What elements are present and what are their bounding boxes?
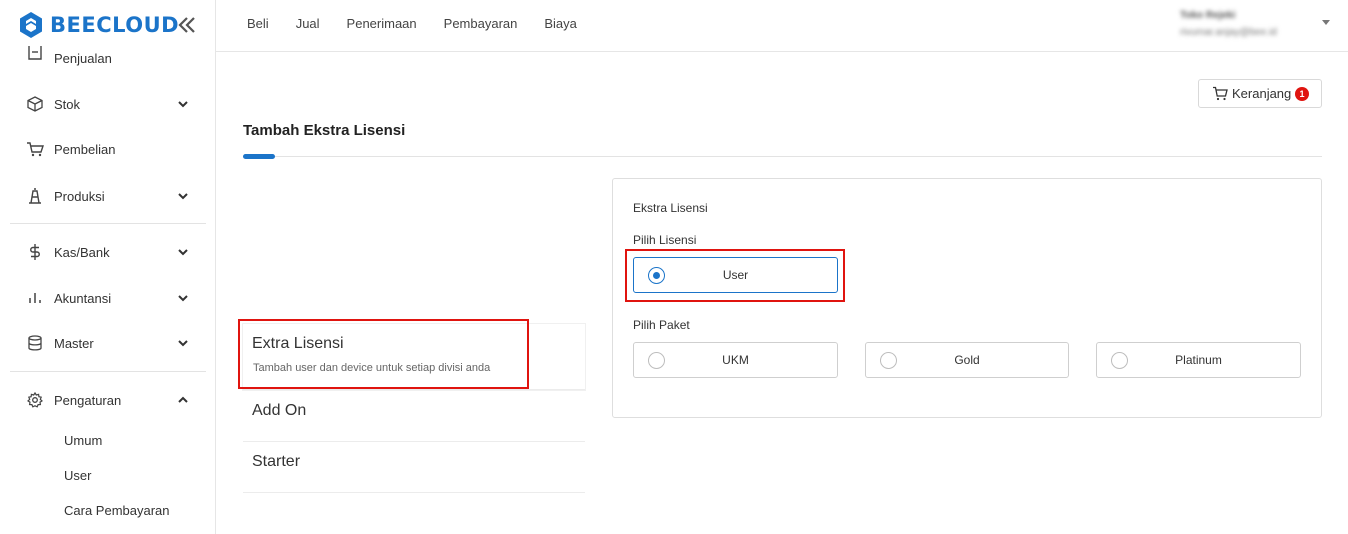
database-icon: [26, 334, 44, 352]
package-option-ukm[interactable]: UKM: [633, 342, 838, 378]
sidebar-item-pengaturan[interactable]: Pengaturan: [0, 380, 206, 420]
sidebar-subitem-umum[interactable]: Umum: [64, 433, 102, 448]
chevron-down-icon: [178, 295, 188, 302]
sidebar-item-produksi[interactable]: Produksi: [0, 176, 206, 216]
chevron-down-icon: [178, 249, 188, 256]
factory-icon: [26, 187, 44, 205]
cart-count-badge: 1: [1295, 87, 1309, 101]
sidebar-subitem-cara-pembayaran[interactable]: Cara Pembayaran: [64, 503, 170, 518]
topnav-biaya[interactable]: Biaya: [544, 16, 577, 31]
sidebar-item-stok[interactable]: Stok: [0, 84, 206, 124]
caret-down-icon: [1322, 20, 1330, 25]
package-option-platinum[interactable]: Platinum: [1096, 342, 1301, 378]
page-title: Tambah Ekstra Lisensi: [243, 122, 406, 139]
sidebar-item-label: Pengaturan: [54, 392, 122, 408]
option-title: Extra Lisensi: [252, 335, 344, 352]
option-add-on[interactable]: Add On: [243, 391, 585, 442]
chevron-up-icon: [178, 396, 188, 403]
topnav-pembayaran[interactable]: Pembayaran: [444, 16, 518, 31]
sidebar-item-kas-bank[interactable]: Kas/Bank: [0, 232, 206, 272]
brand[interactable]: BEECLOUD: [18, 10, 179, 40]
panel-title: Ekstra Lisensi: [633, 201, 708, 215]
cart-button[interactable]: Keranjang 1: [1198, 79, 1322, 108]
option-description: Tambah user dan device untuk setiap divi…: [253, 362, 491, 374]
user-name: Toko Rejeki: [1180, 10, 1236, 21]
sidebar-subitem-user[interactable]: User: [64, 468, 91, 483]
sidebar-item-label: Penjualan: [54, 50, 112, 66]
topbar: Beli Jual Penerimaan Pembayaran Biaya To…: [216, 0, 1348, 52]
collapse-sidebar-icon[interactable]: [176, 14, 198, 36]
beecloud-logo-icon: [20, 12, 42, 38]
sidebar-item-akuntansi[interactable]: Akuntansi: [0, 278, 206, 318]
cart-label: Keranjang: [1232, 86, 1292, 101]
sidebar-item-label: Kas/Bank: [54, 244, 110, 260]
sidebar-item-master[interactable]: Master: [0, 323, 206, 363]
box-icon: [26, 95, 44, 113]
package-option-label: Platinum: [1175, 353, 1222, 367]
sidebar-item-pembelian[interactable]: Pembelian: [0, 129, 206, 169]
user-menu[interactable]: Toko Rejeki rivumar.anjay@bee.id: [1180, 8, 1330, 44]
topnav-penerimaan[interactable]: Penerimaan: [347, 16, 417, 31]
license-panel: Ekstra Lisensi Pilih Lisensi User Pilih …: [612, 178, 1322, 418]
chevron-down-icon: [178, 340, 188, 347]
package-option-gold[interactable]: Gold: [865, 342, 1069, 378]
sidebar-divider: [10, 223, 206, 224]
main-content: Keranjang 1 Tambah Ekstra Lisensi Extra …: [216, 52, 1348, 534]
sidebar-item-penjualan[interactable]: Penjualan: [0, 38, 206, 78]
option-extra-lisensi[interactable]: Extra Lisensi Tambah user dan device unt…: [243, 324, 585, 390]
option-starter[interactable]: Starter: [243, 442, 585, 493]
cart-icon: [26, 140, 44, 158]
chevron-down-icon: [178, 193, 188, 200]
sidebar-item-label: Master: [54, 335, 94, 351]
title-accent-bar: [243, 154, 275, 159]
chevron-down-icon: [178, 101, 188, 108]
sidebar: BEECLOUD Penjualan Stok Pembelian Produk…: [0, 0, 216, 534]
top-nav: Beli Jual Penerimaan Pembayaran Biaya: [247, 16, 604, 31]
topnav-jual[interactable]: Jual: [296, 16, 320, 31]
sidebar-item-label: Stok: [54, 96, 81, 112]
bar-chart-icon: [26, 289, 44, 307]
license-option-label: User: [722, 268, 749, 282]
brand-name: BEECLOUD: [50, 13, 180, 37]
sidebar-item-label: Produksi: [54, 188, 105, 204]
cart-icon: [1213, 86, 1228, 101]
topnav-beli[interactable]: Beli: [247, 16, 269, 31]
package-label: Pilih Paket: [633, 318, 690, 332]
dollar-icon: [26, 243, 44, 261]
license-option-user[interactable]: User: [633, 257, 838, 293]
package-option-label: UKM: [722, 353, 749, 367]
package-option-label: Gold: [954, 353, 980, 367]
sidebar-item-label: Pembelian: [54, 141, 116, 157]
title-divider: [243, 156, 1322, 157]
user-email: rivumar.anjay@bee.id: [1180, 27, 1277, 38]
receipt-icon: [26, 45, 44, 63]
sidebar-item-label: Akuntansi: [54, 290, 112, 306]
option-title: Add On: [252, 402, 307, 419]
gear-icon: [26, 391, 44, 409]
license-label: Pilih Lisensi: [633, 233, 697, 247]
option-title: Starter: [252, 453, 301, 470]
sidebar-divider: [10, 371, 206, 372]
